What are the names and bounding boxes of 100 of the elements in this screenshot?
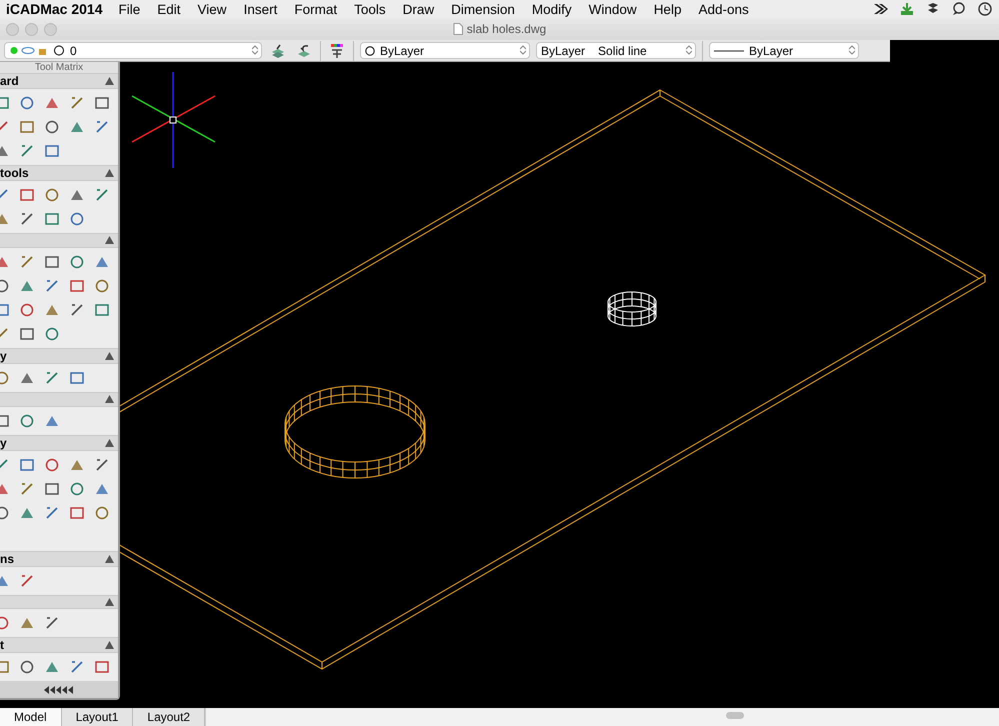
tool-icon[interactable] bbox=[94, 456, 110, 473]
tool-icon[interactable] bbox=[44, 456, 60, 473]
tool-icon[interactable] bbox=[44, 187, 60, 203]
tool-icon[interactable] bbox=[69, 211, 85, 227]
section-header[interactable] bbox=[0, 233, 118, 248]
tool-icon[interactable] bbox=[44, 119, 60, 135]
section-header[interactable] bbox=[0, 594, 118, 610]
tool-icon[interactable] bbox=[19, 412, 35, 429]
tool-icon[interactable] bbox=[94, 119, 110, 135]
tool-icon[interactable] bbox=[19, 143, 35, 159]
menu-item[interactable]: Help bbox=[654, 2, 682, 16]
collapse-arrow-icon[interactable] bbox=[105, 395, 114, 404]
layout-tab[interactable]: Layout2 bbox=[133, 708, 206, 726]
collapse-panel-icon[interactable] bbox=[44, 686, 74, 694]
tool-icon[interactable] bbox=[19, 326, 35, 342]
download-icon[interactable] bbox=[899, 2, 915, 16]
menu-item[interactable]: Draw bbox=[402, 2, 434, 16]
section-title: t bbox=[0, 638, 4, 652]
window-title: slab holes.dwg bbox=[466, 22, 546, 36]
section-title: tools bbox=[0, 166, 29, 180]
layer-name: 0 bbox=[70, 44, 77, 58]
tool-icon[interactable] bbox=[19, 95, 35, 111]
tool-icon[interactable] bbox=[69, 659, 85, 676]
tool-icon[interactable] bbox=[44, 278, 60, 294]
menu-item[interactable]: Insert bbox=[244, 2, 278, 16]
collapse-arrow-icon[interactable] bbox=[105, 641, 114, 650]
section-header[interactable]: y bbox=[0, 434, 118, 451]
menu-item[interactable]: Edit bbox=[157, 2, 181, 16]
tool-icon[interactable] bbox=[94, 504, 110, 521]
menu-item[interactable]: Window bbox=[588, 2, 637, 16]
chevrons-icon[interactable] bbox=[873, 2, 889, 16]
collapse-arrow-icon[interactable] bbox=[105, 236, 114, 244]
tool-icon[interactable] bbox=[94, 278, 110, 294]
tool-icon[interactable] bbox=[94, 95, 110, 111]
dropdown-arrows-icon bbox=[520, 45, 526, 55]
tool-icon[interactable] bbox=[44, 370, 60, 386]
lineweight-value: ByLayer bbox=[749, 44, 794, 58]
collapse-arrow-icon[interactable] bbox=[105, 169, 114, 177]
panel-title: Tool Matrix bbox=[34, 62, 84, 73]
collapse-arrow-icon[interactable] bbox=[105, 77, 114, 85]
tool-icon[interactable] bbox=[69, 370, 85, 386]
tool-icon[interactable] bbox=[19, 480, 35, 497]
color-circle-icon bbox=[365, 46, 375, 56]
tool-icon[interactable] bbox=[19, 302, 35, 318]
linetype-dropdown[interactable]: ByLayer Solid line bbox=[536, 42, 696, 59]
section-title: ns bbox=[0, 552, 14, 566]
collapse-arrow-icon[interactable] bbox=[105, 352, 114, 360]
section-title: y bbox=[0, 348, 7, 363]
section-header[interactable]: y bbox=[0, 348, 118, 364]
tool-icon[interactable] bbox=[19, 119, 35, 135]
scroll-thumb[interactable] bbox=[726, 712, 744, 719]
menu-item[interactable]: Modify bbox=[532, 2, 572, 16]
tool-icon[interactable] bbox=[44, 254, 60, 270]
tool-icon[interactable] bbox=[69, 480, 85, 497]
tool-icon[interactable] bbox=[69, 278, 85, 294]
ring-drawing bbox=[608, 292, 656, 326]
menu-item[interactable]: Add-ons bbox=[698, 2, 749, 16]
menu-item[interactable]: File bbox=[118, 2, 140, 16]
clock-icon[interactable] bbox=[977, 2, 993, 16]
document-icon bbox=[452, 23, 463, 35]
color-dropdown[interactable]: ByLayer bbox=[360, 42, 530, 59]
tool-icon[interactable] bbox=[19, 187, 35, 203]
tool-icon[interactable] bbox=[44, 326, 60, 342]
lineweight-dropdown[interactable]: ByLayer bbox=[709, 42, 859, 59]
app-name[interactable]: iCADMac 2014 bbox=[6, 1, 102, 17]
tool-icon[interactable] bbox=[19, 254, 35, 270]
menu-item[interactable]: Dimension bbox=[451, 2, 515, 16]
tool-icon[interactable] bbox=[94, 187, 110, 203]
section-header[interactable]: tools bbox=[0, 165, 118, 181]
tool-icon[interactable] bbox=[94, 302, 110, 318]
tool-icon[interactable] bbox=[19, 211, 35, 227]
section-header[interactable]: t bbox=[0, 637, 118, 654]
layout-tab[interactable]: Model bbox=[0, 708, 62, 726]
tool-icon[interactable] bbox=[19, 572, 35, 589]
menu-item[interactable]: Format bbox=[294, 2, 338, 16]
section-title: ard bbox=[0, 74, 19, 88]
tool-icon[interactable] bbox=[69, 302, 85, 318]
tool-icon[interactable] bbox=[69, 254, 85, 270]
tool-icon[interactable] bbox=[94, 659, 110, 676]
tool-icon[interactable] bbox=[44, 615, 60, 632]
tool-icon[interactable] bbox=[19, 659, 35, 676]
layer-dropdown[interactable]: 0 bbox=[4, 42, 262, 59]
tool-icon[interactable] bbox=[69, 95, 85, 111]
layout-tab[interactable]: Layout1 bbox=[62, 708, 134, 726]
tool-icon[interactable] bbox=[44, 211, 60, 227]
section-header[interactable]: ard bbox=[0, 73, 118, 89]
tool-icon[interactable] bbox=[19, 456, 35, 473]
tool-icon[interactable] bbox=[44, 504, 60, 521]
collapse-arrow-icon[interactable] bbox=[105, 438, 114, 447]
horizontal-scrollbar[interactable] bbox=[205, 708, 999, 726]
speech-bubble-icon[interactable] bbox=[951, 2, 967, 16]
collapse-arrow-icon[interactable] bbox=[105, 554, 114, 563]
collapse-arrow-icon[interactable] bbox=[105, 598, 114, 606]
tool-icon[interactable] bbox=[44, 480, 60, 497]
tool-icon[interactable] bbox=[44, 143, 60, 159]
menu-item[interactable]: View bbox=[198, 2, 227, 16]
tool-icon[interactable] bbox=[69, 504, 85, 521]
menu-item[interactable]: Tools bbox=[354, 2, 386, 16]
layer-state-icons bbox=[9, 45, 65, 56]
section-header[interactable]: ns bbox=[0, 550, 118, 567]
